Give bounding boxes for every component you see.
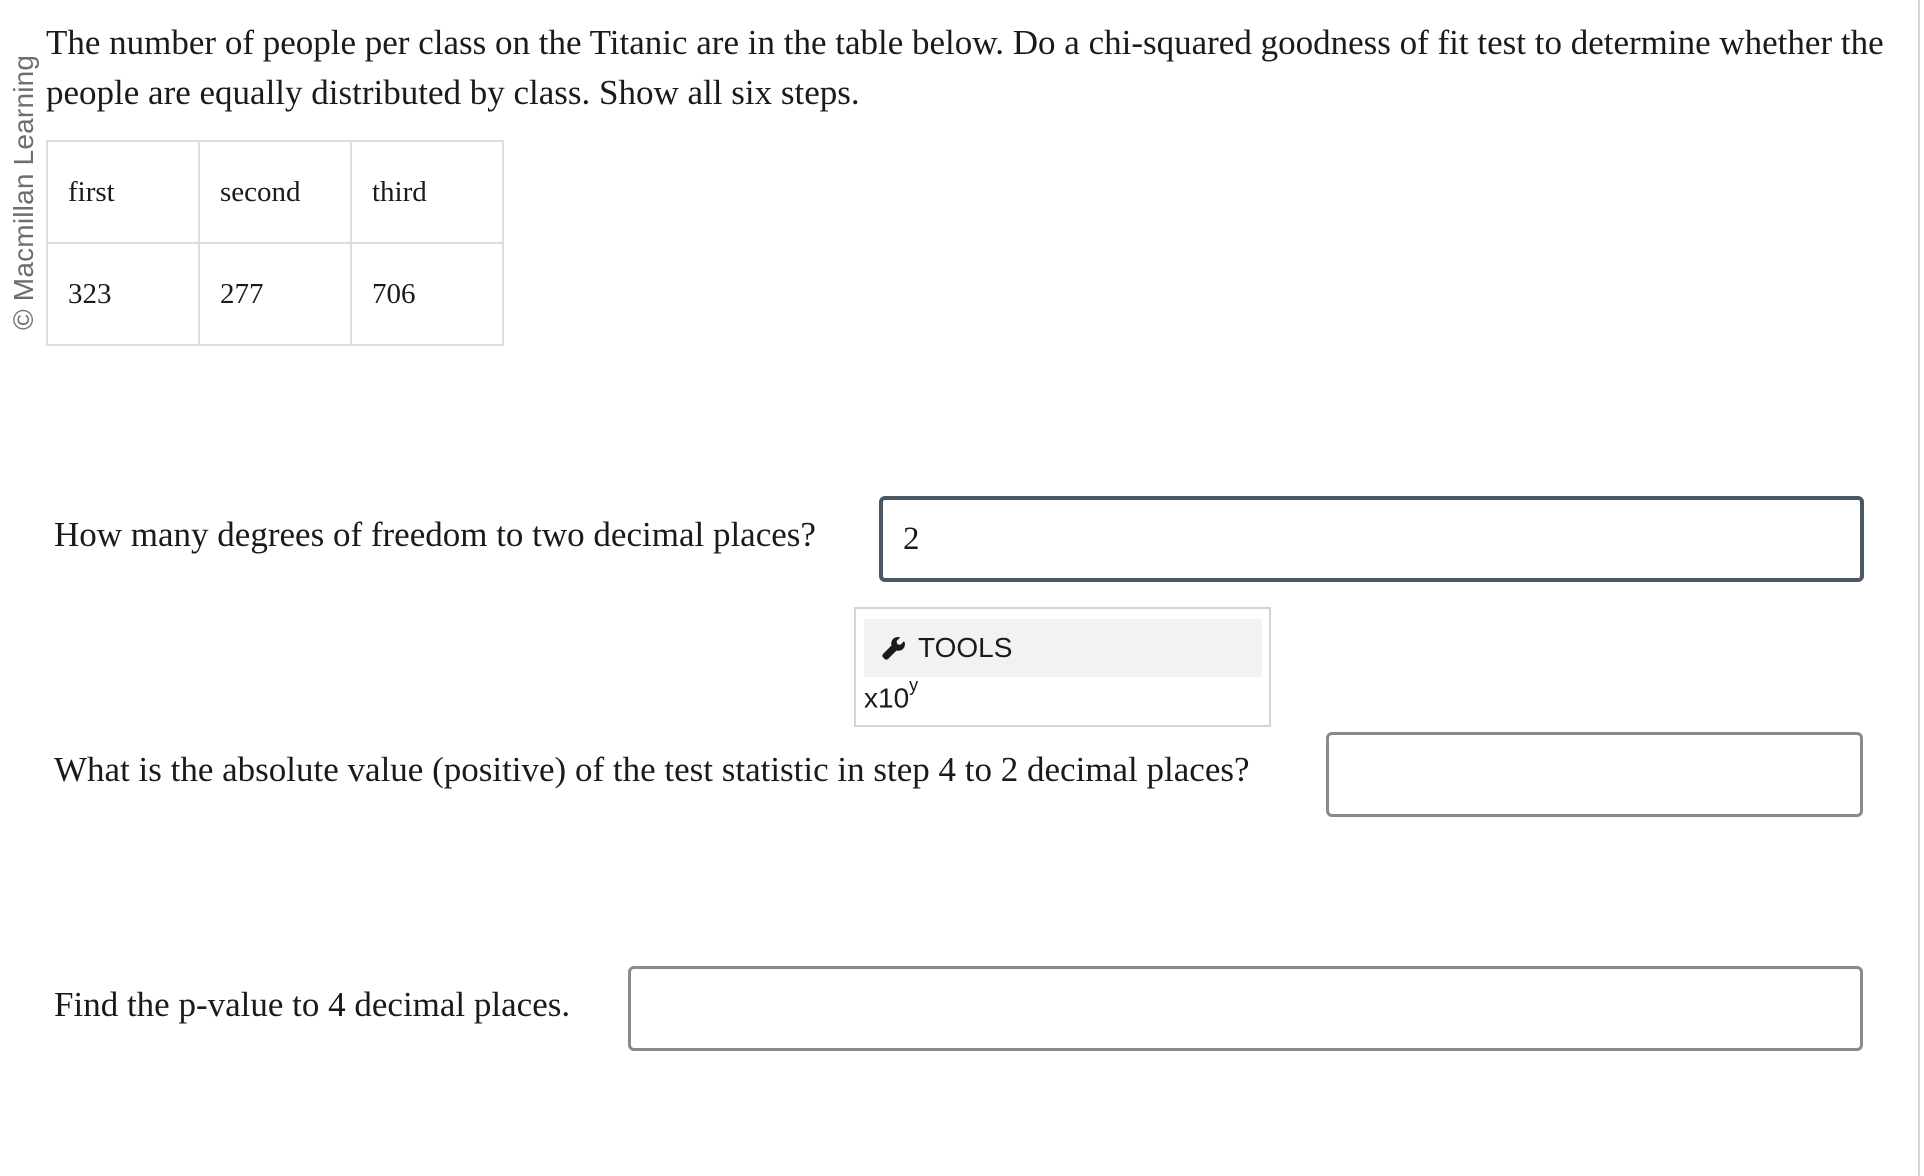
wrench-icon [882,637,905,660]
table-cell: 706 [350,242,504,346]
table-cell: third [350,140,504,244]
copyright-notice: © Macmillan Learning [8,54,39,330]
p-value-label: Find the p-value to 4 decimal places. [54,985,571,1024]
table-cell: first [46,140,200,244]
table-cell: 277 [198,242,352,346]
tools-label: TOOLS [918,632,1013,663]
table-header-row: first second third [46,140,504,244]
sci-base: x10 [864,682,910,714]
degrees-of-freedom-input[interactable]: 2 [879,496,1864,582]
scientific-notation-button[interactable]: x10y [864,675,918,714]
degrees-of-freedom-label: How many degrees of freedom to two decim… [54,515,816,554]
test-statistic-label: What is the absolute value (positive) of… [54,750,1250,789]
class-table: first second third 323 277 706 [46,140,504,346]
table-row: 323 277 706 [46,242,504,346]
question-prompt: The number of people per class on the Ti… [46,23,1884,112]
tools-button[interactable]: TOOLS [864,619,1262,677]
p-value-input[interactable] [628,966,1863,1051]
tools-panel: TOOLS x10y [854,607,1271,727]
table-cell: second [198,140,352,244]
table-cell: 323 [46,242,200,346]
test-statistic-input[interactable] [1326,732,1863,817]
sci-exponent: y [909,675,919,695]
page-divider [1918,0,1920,1176]
